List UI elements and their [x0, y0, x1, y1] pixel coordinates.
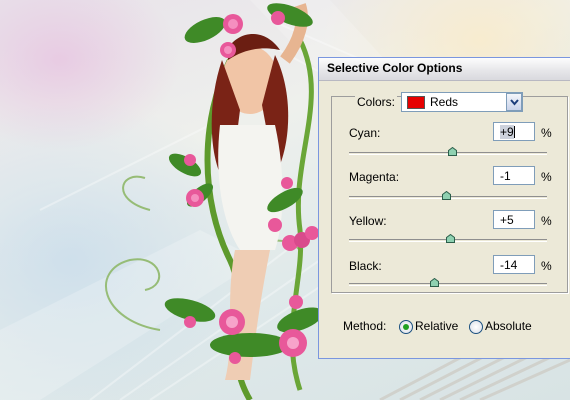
- selective-color-dialog: Selective Color Options Colors: Reds Cya…: [318, 57, 570, 359]
- dialog-title: Selective Color Options: [327, 61, 463, 75]
- colors-dropdown[interactable]: Reds: [401, 92, 523, 112]
- yellow-value: +5: [500, 213, 514, 227]
- colors-dropdown-value: Reds: [430, 95, 459, 109]
- absolute-radio[interactable]: [469, 320, 483, 334]
- cyan-slider[interactable]: [349, 147, 547, 156]
- chevron-down-icon: [510, 99, 519, 106]
- black-value: -14: [500, 258, 518, 272]
- relative-radio[interactable]: [399, 320, 413, 334]
- title-bar[interactable]: Selective Color Options: [319, 58, 570, 81]
- yellow-label: Yellow:: [349, 214, 387, 228]
- slider-thumb-icon[interactable]: [446, 234, 455, 243]
- method-label: Method:: [343, 319, 387, 333]
- black-slider[interactable]: [349, 278, 547, 287]
- color-swatch: [407, 96, 425, 109]
- magenta-label: Magenta:: [349, 170, 400, 184]
- cyan-input[interactable]: +9: [493, 122, 535, 141]
- cyan-label: Cyan:: [349, 126, 381, 140]
- yellow-input[interactable]: +5: [493, 210, 535, 229]
- colors-label: Colors:: [355, 95, 398, 109]
- black-unit: %: [541, 259, 552, 273]
- radio-selected-dot: [403, 324, 409, 330]
- black-label: Black:: [349, 259, 382, 273]
- absolute-label[interactable]: Absolute: [485, 319, 532, 333]
- yellow-slider[interactable]: [349, 234, 547, 243]
- slider-thumb-icon[interactable]: [442, 191, 451, 200]
- black-input[interactable]: -14: [493, 255, 535, 274]
- magenta-slider[interactable]: [349, 191, 547, 200]
- magenta-value: -1: [500, 169, 511, 183]
- cyan-value: +9: [500, 125, 514, 139]
- yellow-unit: %: [541, 214, 552, 228]
- magenta-unit: %: [541, 170, 552, 184]
- slider-thumb-icon[interactable]: [448, 147, 457, 156]
- dropdown-button[interactable]: [506, 93, 522, 111]
- text-caret: [513, 126, 515, 138]
- slider-thumb-icon[interactable]: [430, 278, 439, 287]
- relative-label[interactable]: Relative: [415, 319, 458, 333]
- cyan-unit: %: [541, 126, 552, 140]
- magenta-input[interactable]: -1: [493, 166, 535, 185]
